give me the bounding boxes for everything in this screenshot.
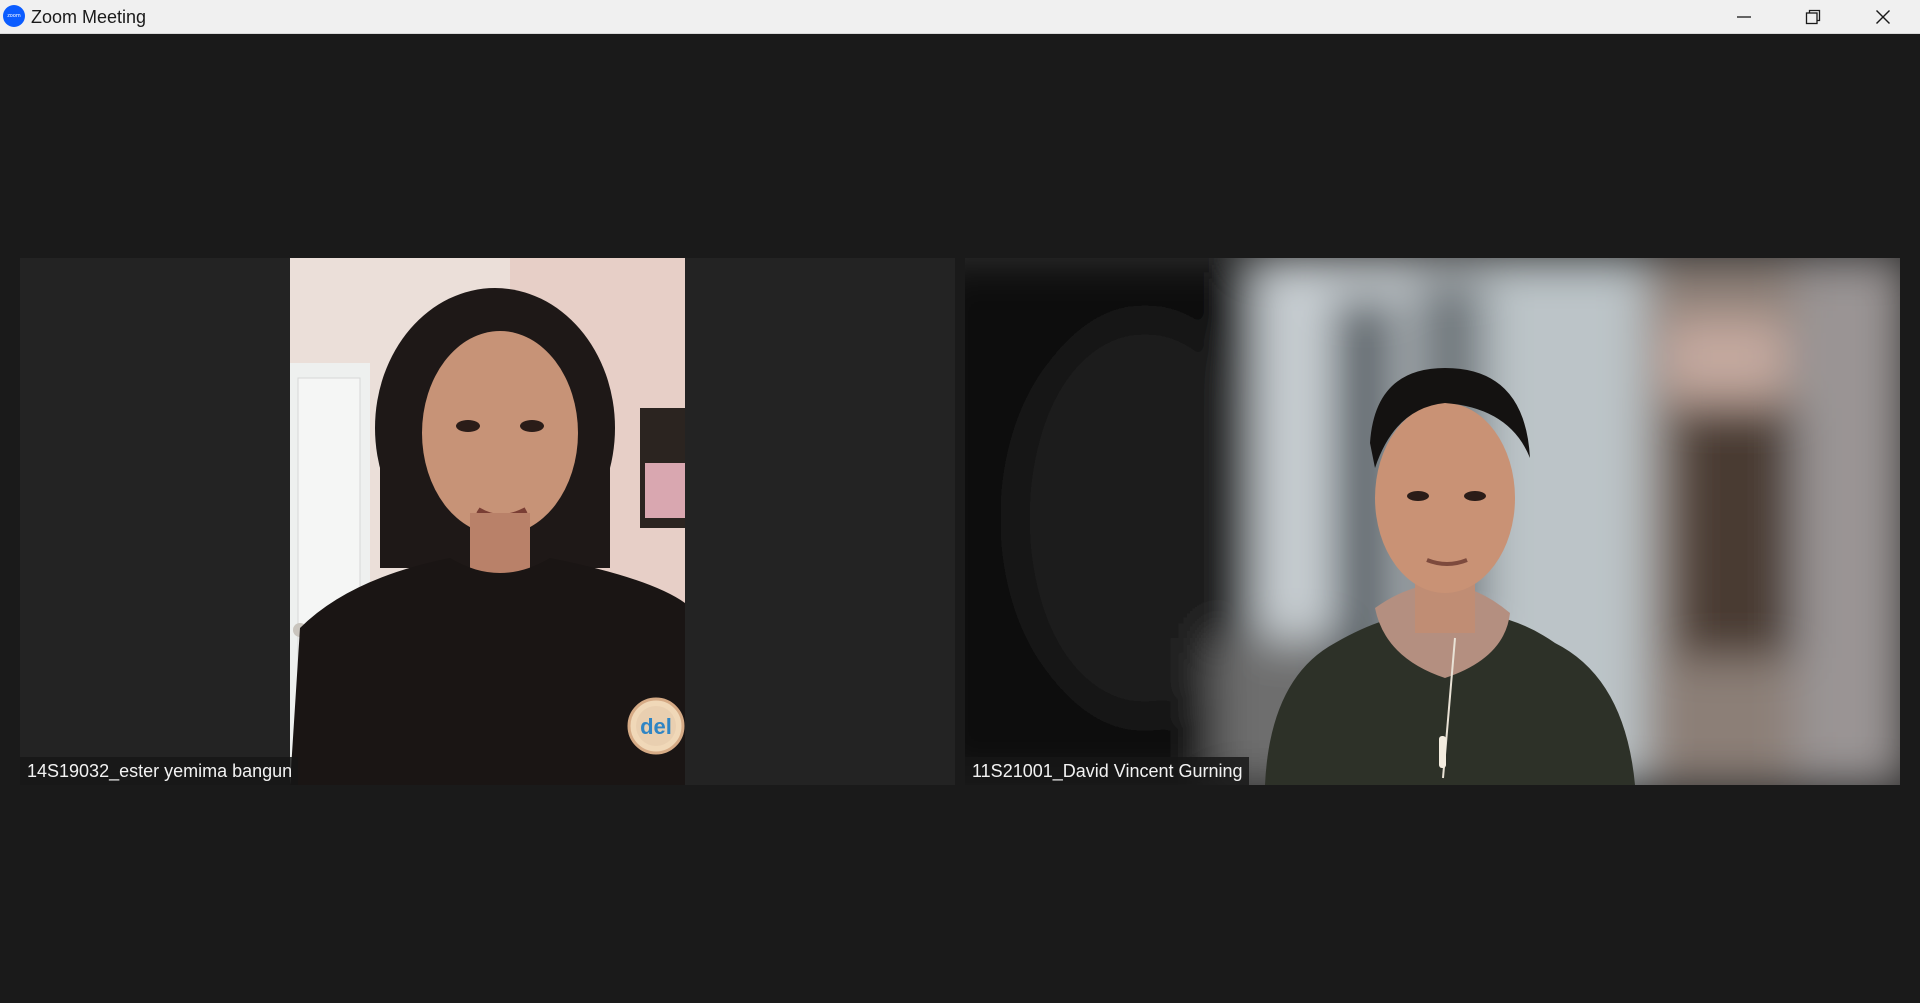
minimize-button[interactable]	[1709, 0, 1779, 34]
participant-video	[965, 258, 1900, 785]
participant-tile[interactable]: 11S21001_David Vincent Gurning	[965, 258, 1900, 785]
window-title: Zoom Meeting	[31, 7, 147, 27]
participant-video-frame	[965, 258, 1900, 785]
participant-video: del	[290, 258, 685, 785]
participant-tile[interactable]: del 14S19032_ester yemima bangun	[20, 258, 955, 785]
close-icon	[1876, 10, 1890, 24]
window-titlebar: zoom Zoom Meeting	[0, 0, 1920, 34]
close-button[interactable]	[1848, 0, 1918, 34]
participant-name-label: 14S19032_ester yemima bangun	[20, 757, 299, 785]
restore-icon	[1805, 9, 1821, 25]
restore-button[interactable]	[1778, 0, 1848, 34]
participant-name-label: 11S21001_David Vincent Gurning	[965, 757, 1249, 785]
zoom-logo-icon: zoom	[3, 5, 25, 27]
badge-text: del	[640, 714, 672, 739]
video-gallery: del 14S19032_ester yemima bangun 11S2100…	[0, 34, 1920, 1003]
participant-video-frame: del	[290, 258, 685, 785]
minimize-icon	[1737, 16, 1751, 18]
